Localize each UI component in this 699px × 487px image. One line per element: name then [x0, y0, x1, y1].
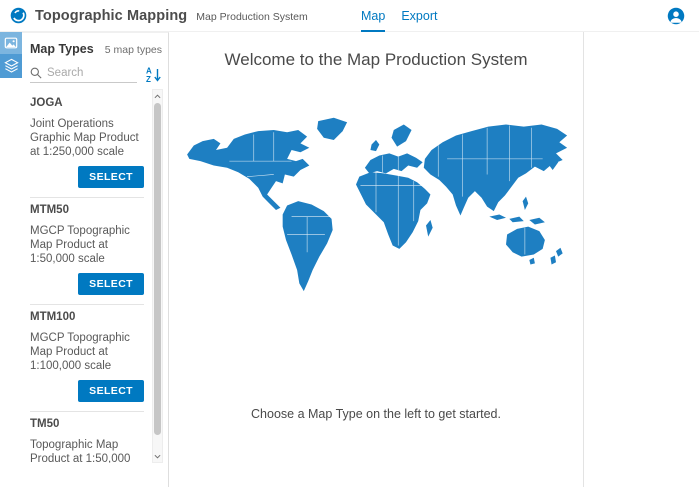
map-types-tool-button[interactable] [0, 32, 22, 54]
search-input[interactable] [47, 67, 137, 79]
search-row: A Z [22, 56, 168, 83]
scroll-down-arrow[interactable] [153, 450, 162, 462]
map-type-item: JOGA Joint Operations Graphic Map Produc… [30, 91, 144, 198]
world-map-image [169, 110, 583, 315]
welcome-heading: Welcome to the Map Production System [169, 50, 583, 70]
map-type-description: MGCP Topographic Map Product at 1:100,00… [30, 331, 144, 373]
search-icon [30, 67, 42, 79]
layers-tool-button[interactable] [0, 54, 22, 76]
globe-logo-icon [10, 7, 27, 24]
tool-strip [0, 32, 22, 78]
svg-text:Z: Z [146, 75, 151, 83]
map-tool-icon [4, 36, 18, 50]
map-types-panel: Map Types 5 map types A Z [22, 32, 169, 487]
map-type-list: JOGA Joint Operations Graphic Map Produc… [22, 87, 168, 463]
sort-az-button[interactable]: A Z [146, 66, 162, 83]
app-window: Topographic Mapping Map Production Syste… [0, 0, 699, 487]
app-header: Topographic Mapping Map Production Syste… [0, 0, 699, 32]
map-type-name: JOGA [30, 97, 144, 109]
map-type-description: MGCP Topographic Map Product at 1:50,000… [30, 224, 144, 266]
map-type-description: Joint Operations Graphic Map Product at … [30, 117, 144, 159]
search-box[interactable] [30, 67, 137, 83]
select-button[interactable]: SELECT [78, 273, 144, 295]
sort-az-icon: A Z [146, 66, 162, 83]
map-type-item: TM50 Topographic Map Product at 1:50,000… [30, 412, 144, 463]
map-type-description: Topographic Map Product at 1:50,000 scal… [30, 438, 144, 463]
tab-map[interactable]: Map [361, 0, 385, 32]
app-subtitle: Map Production System [196, 9, 307, 23]
world-continents [187, 118, 567, 291]
panel-title: Map Types [30, 42, 94, 56]
map-types-count: 5 map types [105, 44, 162, 56]
select-button[interactable]: SELECT [78, 166, 144, 188]
sidebar-scrollbar[interactable] [152, 89, 163, 463]
scroll-up-arrow[interactable] [153, 90, 162, 102]
panel-header: Map Types 5 map types [22, 33, 168, 56]
get-started-hint: Choose a Map Type on the left to get sta… [169, 407, 583, 421]
welcome-panel: Welcome to the Map Production System [169, 32, 584, 487]
layers-icon [4, 58, 19, 73]
app-title: Topographic Mapping [35, 8, 187, 24]
scrollbar-thumb[interactable] [154, 103, 161, 435]
select-button[interactable]: SELECT [78, 380, 144, 402]
map-type-name: TM50 [30, 418, 144, 430]
tab-export[interactable]: Export [401, 0, 437, 32]
map-type-item: MTM50 MGCP Topographic Map Product at 1:… [30, 198, 144, 305]
user-avatar-icon[interactable] [667, 7, 685, 25]
map-type-name: MTM100 [30, 311, 144, 323]
header-tabs: Map Export [361, 0, 437, 32]
map-type-name: MTM50 [30, 204, 144, 216]
map-type-item: MTM100 MGCP Topographic Map Product at 1… [30, 305, 144, 412]
